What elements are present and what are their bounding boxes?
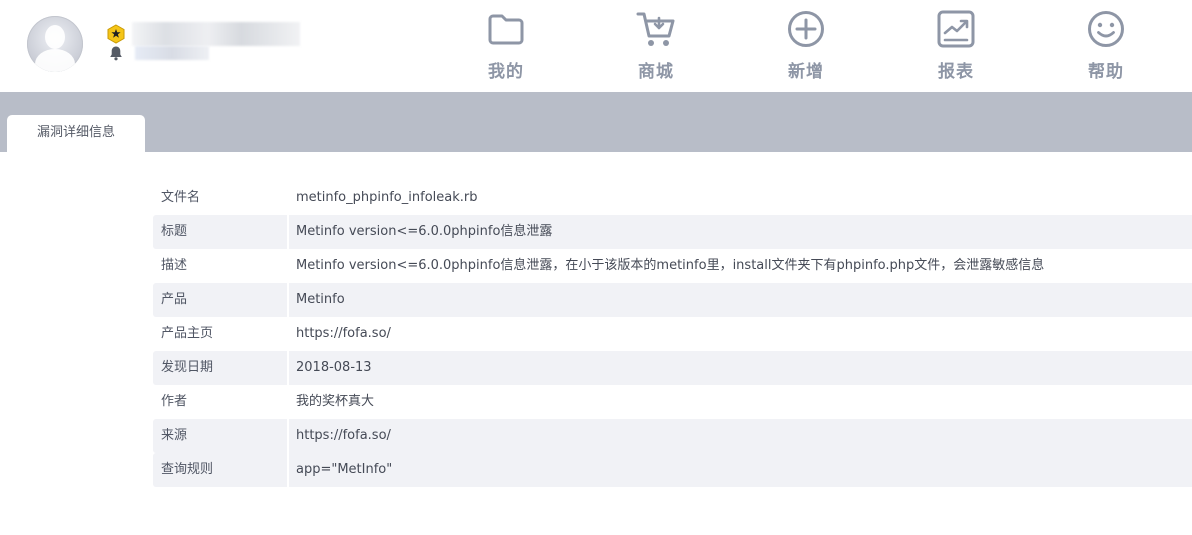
cart-icon xyxy=(636,12,675,46)
detail-label: 文件名 xyxy=(161,190,201,205)
detail-value: app="MetInfo" xyxy=(289,453,1192,487)
detail-row-query-rule: 查询规则 app="MetInfo" xyxy=(153,453,1192,487)
tab-vuln-detail[interactable]: 漏洞详细信息 xyxy=(7,115,145,152)
nav-help-label: 帮助 xyxy=(1088,62,1124,82)
vuln-detail-table: 文件名 metinfo_phpinfo_infoleak.rb 标题 Metin… xyxy=(153,181,1192,487)
nav-mine[interactable]: 我的 xyxy=(466,9,546,83)
avatar-body xyxy=(35,49,75,72)
detail-row-title: 标题 Metinfo version<=6.0.0phpinfo信息泄露 xyxy=(153,215,1192,249)
nav-help[interactable]: 帮助 xyxy=(1066,9,1146,83)
user-avatar[interactable] xyxy=(27,16,83,72)
detail-label: 产品 xyxy=(153,283,287,317)
bell-icon[interactable] xyxy=(108,45,124,61)
detail-value: Metinfo version<=6.0.0phpinfo信息泄露 xyxy=(289,215,1192,249)
nav-add-label: 新增 xyxy=(788,62,824,82)
detail-value: Metinfo version<=6.0.0phpinfo信息泄露，在小于该版本… xyxy=(296,258,1045,273)
top-header: 我的 商城 新增 报表 帮助 xyxy=(0,0,1192,92)
nav-add[interactable]: 新增 xyxy=(766,9,846,83)
detail-row-filename: 文件名 metinfo_phpinfo_infoleak.rb xyxy=(153,181,1192,215)
report-icon xyxy=(937,10,975,48)
detail-value: Metinfo xyxy=(289,283,1192,317)
nav-report[interactable]: 报表 xyxy=(916,9,996,83)
user-subtitle xyxy=(135,46,209,60)
detail-value: 我的奖杯真大 xyxy=(296,394,375,409)
nav-store-label: 商城 xyxy=(638,62,674,82)
nav-report-label: 报表 xyxy=(938,62,974,82)
detail-label: 查询规则 xyxy=(153,453,287,487)
detail-label: 标题 xyxy=(153,215,287,249)
detail-label: 产品主页 xyxy=(161,326,214,341)
nav-store[interactable]: 商城 xyxy=(616,9,696,83)
detail-label: 发现日期 xyxy=(153,351,287,385)
detail-row-source: 来源 https://fofa.so/ xyxy=(153,419,1192,453)
detail-value: https://fofa.so/ xyxy=(289,419,1192,453)
tab-bar: 漏洞详细信息 xyxy=(0,92,1192,152)
detail-label: 来源 xyxy=(153,419,287,453)
detail-value: 2018-08-13 xyxy=(289,351,1192,385)
detail-row-discovery-date: 发现日期 2018-08-13 xyxy=(153,351,1192,385)
detail-row-product: 产品 Metinfo xyxy=(153,283,1192,317)
avatar-head xyxy=(45,25,65,49)
detail-label: 描述 xyxy=(161,258,188,273)
detail-label: 作者 xyxy=(161,394,188,409)
detail-row-description: 描述 Metinfo version<=6.0.0phpinfo信息泄露，在小于… xyxy=(153,249,1192,283)
detail-value: metinfo_phpinfo_infoleak.rb xyxy=(296,190,478,205)
nav-mine-label: 我的 xyxy=(488,62,524,82)
plus-circle-icon xyxy=(788,11,824,47)
detail-row-homepage: 产品主页 https://fofa.so/ xyxy=(153,317,1192,351)
detail-row-author: 作者 我的奖杯真大 xyxy=(153,385,1192,419)
folder-icon xyxy=(488,14,524,45)
user-name xyxy=(132,22,300,46)
detail-value: https://fofa.so/ xyxy=(296,326,391,341)
vip-badge-icon xyxy=(107,24,125,44)
smiley-icon xyxy=(1088,11,1124,47)
